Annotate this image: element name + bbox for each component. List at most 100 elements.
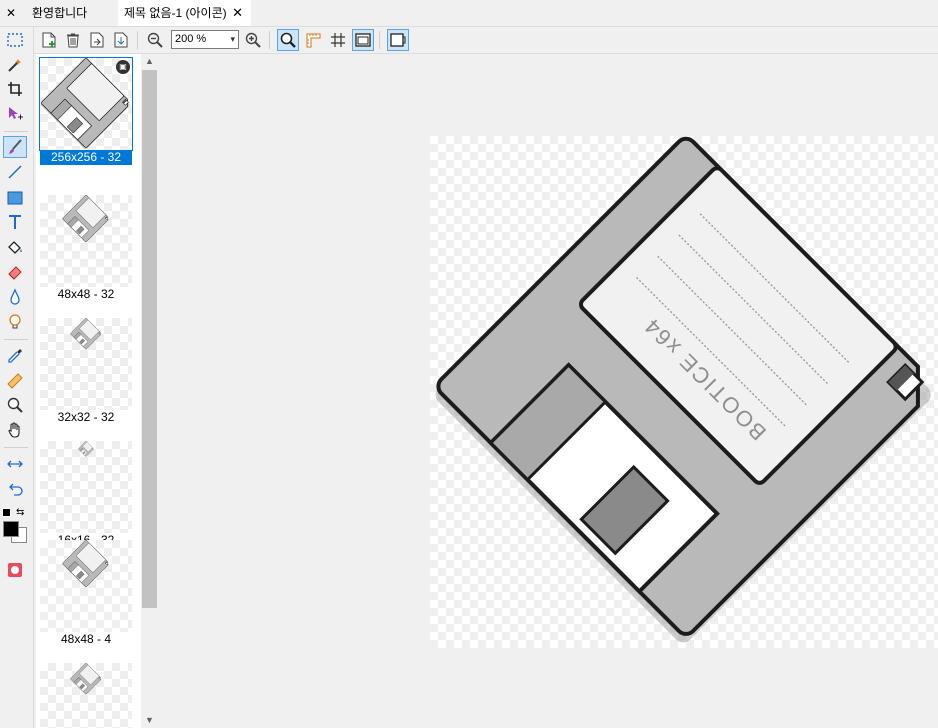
image-canvas[interactable]: BOOTICE x64: [430, 136, 938, 648]
floppy-disk-image[interactable]: BOOTICE x64: [430, 136, 938, 648]
magnifier-icon: [280, 32, 296, 48]
text-tool[interactable]: [3, 211, 27, 233]
trash-icon: [67, 33, 79, 48]
export-icon: [90, 32, 104, 48]
tab-close-button[interactable]: ✕: [231, 0, 245, 26]
zoom-out-icon: [147, 32, 163, 48]
measure-tool[interactable]: [3, 370, 27, 392]
new-image-icon: [42, 32, 56, 48]
rect-select-tool[interactable]: [3, 29, 27, 51]
zoom-in-button[interactable]: [242, 29, 264, 51]
zoom-value: 200 %: [175, 33, 207, 45]
eyedropper-icon: [8, 349, 22, 363]
thumbnail-label: 256x256 - 32: [40, 150, 132, 165]
text-icon: [9, 215, 21, 229]
brush-tool[interactable]: [3, 136, 27, 158]
tab-untitled-icon[interactable]: 제목 없음-1 (아이콘) ✕: [118, 0, 251, 26]
flip-horizontal-tool[interactable]: [3, 453, 27, 475]
brush-icon: [9, 139, 22, 154]
tab-welcome[interactable]: 환영합니다: [26, 0, 93, 26]
magic-wand-tool[interactable]: [3, 54, 27, 76]
blur-tool[interactable]: [3, 286, 27, 308]
export-button[interactable]: [86, 29, 108, 51]
grid-icon: [331, 33, 345, 47]
thumbnail-scrollbar[interactable]: ▲ ▼: [141, 54, 158, 728]
line-tool[interactable]: [3, 161, 27, 183]
floppy-body: [430, 136, 938, 648]
scroll-up-icon[interactable]: ▲: [141, 54, 158, 69]
delete-image-button[interactable]: [62, 29, 84, 51]
quick-mask-tool[interactable]: [3, 559, 27, 581]
paint-bucket-icon: [8, 241, 22, 254]
magic-wand-icon: [8, 59, 21, 72]
ruler-icon: [306, 33, 321, 48]
floppy-disk-icon: [70, 663, 102, 695]
floppy-disk-icon: [62, 540, 110, 588]
grid-toggle[interactable]: [327, 29, 349, 51]
zoom-out-button[interactable]: [144, 29, 166, 51]
zoom-tool[interactable]: [3, 394, 27, 416]
color-swatches[interactable]: ⇆: [2, 508, 30, 548]
tool-palette: ⇆: [0, 27, 34, 728]
zoom-select[interactable]: 200 % ▾: [171, 30, 239, 49]
eraser-icon: [8, 266, 22, 280]
thumbnail-image: ▣: [39, 57, 133, 151]
flip-icon: [7, 460, 23, 468]
import-button[interactable]: [110, 29, 132, 51]
undo-icon: [9, 483, 23, 496]
scroll-thumb[interactable]: [142, 70, 157, 608]
thumbnail-32-4[interactable]: [40, 633, 132, 728]
line-icon: [8, 165, 22, 179]
tab-untitled-label: 제목 없음-1 (아이콘): [124, 6, 227, 20]
move-tool[interactable]: [3, 103, 27, 125]
reset-colors-icon[interactable]: [2, 508, 11, 517]
chevron-down-icon: ▾: [230, 34, 235, 44]
thumbnail-48-32[interactable]: 48x48 - 32: [40, 173, 132, 302]
swap-colors-icon[interactable]: ⇆: [16, 508, 24, 518]
zoom-tool-toggle[interactable]: [277, 29, 299, 51]
format-badge-icon: ▣: [116, 60, 130, 74]
thumbnail-image: [40, 663, 132, 728]
foreground-color-swatch[interactable]: [3, 521, 19, 537]
window-icon: [355, 33, 371, 47]
import-icon: [114, 32, 128, 48]
thumbnail-image: [40, 540, 132, 632]
thumbnail-image: [40, 318, 132, 410]
dodge-tool[interactable]: [3, 311, 27, 333]
close-app-button[interactable]: ✕: [0, 0, 22, 26]
marquee-icon: [7, 33, 23, 47]
hand-icon: [8, 422, 20, 438]
hand-tool[interactable]: [3, 419, 27, 441]
water-drop-icon: [10, 288, 20, 305]
floppy-disk-icon: [62, 195, 110, 243]
tab-bar: ✕ 환영합니다 제목 없음-1 (아이콘) ✕: [0, 0, 938, 27]
ruler-icon: [7, 373, 23, 389]
frame-icon: [390, 33, 406, 47]
zoom-in-icon: [245, 32, 261, 48]
tab-welcome-label: 환영합니다: [32, 6, 88, 20]
move-icon: [9, 107, 23, 120]
canvas-area[interactable]: BOOTICE x64: [158, 54, 938, 728]
rectangle-icon: [7, 191, 23, 205]
ruler-toggle[interactable]: [302, 29, 324, 51]
undo-tool[interactable]: [3, 478, 27, 500]
rectangle-tool[interactable]: [3, 187, 27, 209]
fill-tool[interactable]: [3, 237, 27, 259]
toolbar: 200 % ▾: [34, 27, 938, 54]
new-image-button[interactable]: [38, 29, 60, 51]
thumbnail-256-32[interactable]: ▣ 256x256 - 32: [39, 57, 133, 165]
floppy-disk-icon: [70, 318, 102, 350]
mask-icon: [8, 563, 22, 577]
frame-toggle[interactable]: [387, 29, 409, 51]
scroll-down-icon[interactable]: ▼: [141, 713, 158, 728]
crop-tool[interactable]: [3, 78, 27, 100]
eyedropper-tool[interactable]: [3, 345, 27, 367]
thumbnail-48-4[interactable]: 48x48 - 4: [40, 518, 132, 647]
image-list-panel: ▣ 256x256 - 32 48x48 - 32 32x32 - 32 16x…: [36, 54, 141, 728]
thumbnail-image: [40, 195, 132, 287]
eraser-tool[interactable]: [3, 262, 27, 284]
floppy-disk-icon: [78, 441, 94, 457]
preview-toggle[interactable]: [352, 29, 374, 51]
lightbulb-icon: [9, 314, 21, 329]
crop-icon: [8, 82, 22, 96]
